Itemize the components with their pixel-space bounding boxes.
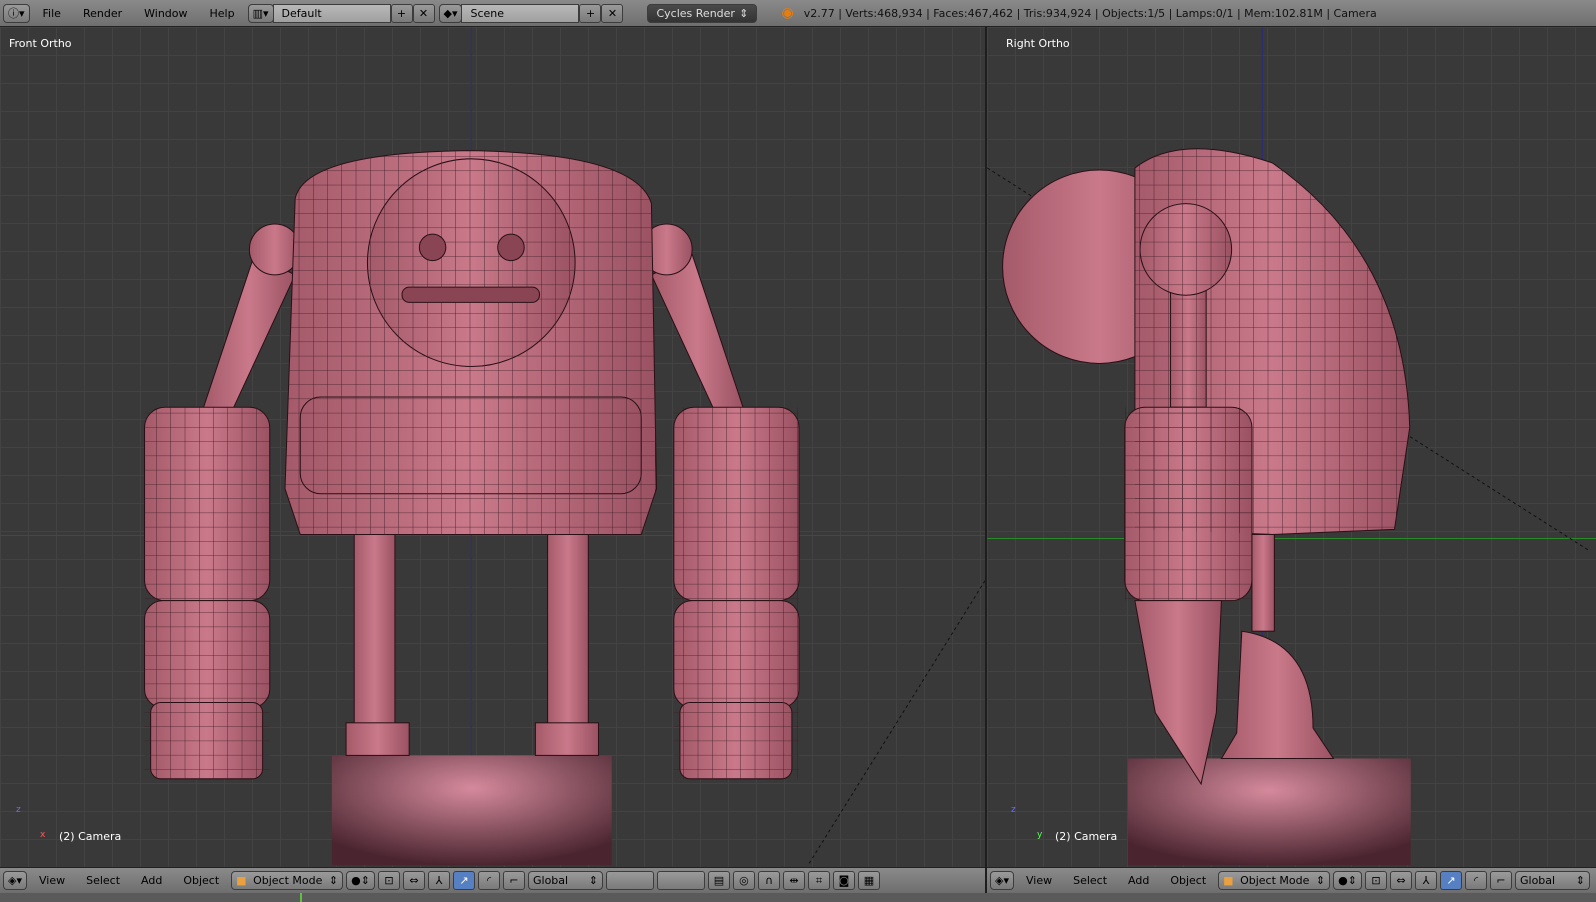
- mode-select[interactable]: ■ Object Mode ⇕: [231, 871, 344, 890]
- current-frame-marker[interactable]: [300, 893, 302, 902]
- updown-icon: ⇕: [328, 874, 339, 887]
- shading-select[interactable]: ●⇕: [346, 871, 375, 890]
- shading-select[interactable]: ●⇕: [1333, 871, 1362, 890]
- magnet-icon: ∩: [764, 874, 774, 887]
- pivot-icon: ⊡: [1371, 874, 1381, 887]
- rotate-icon: ◜: [486, 874, 492, 887]
- translate-button[interactable]: ⅄: [427, 871, 450, 890]
- snap-target-button[interactable]: ⌗: [807, 871, 830, 890]
- updown-icon: ⇕: [588, 874, 598, 887]
- updown-icon: ⇕: [1575, 874, 1585, 887]
- mode-label: Object Mode: [253, 874, 323, 887]
- menu-view[interactable]: View: [30, 874, 74, 887]
- view3d-header-left: ◈▾ View Select Add Object ■ Object Mode ⇕ …: [0, 867, 985, 893]
- layers-grid-2[interactable]: [656, 871, 705, 890]
- axes-icon: ⅄: [1422, 874, 1430, 887]
- rotate-icon: ◜: [1473, 874, 1479, 887]
- manipulator-toggle[interactable]: ⇔: [1389, 871, 1412, 890]
- move-button[interactable]: ↗: [452, 871, 475, 890]
- scale-icon: ⌐: [509, 874, 519, 887]
- updown-icon: ⇕: [1315, 874, 1326, 887]
- robot-front: [144, 150, 800, 866]
- circle-icon: ◎: [739, 874, 749, 887]
- viewport-divider[interactable]: [985, 27, 987, 893]
- robot-side: [1002, 148, 1411, 866]
- snap-element-select[interactable]: ⇹: [782, 871, 805, 890]
- pivot-button[interactable]: ⊡: [377, 871, 400, 890]
- timeline-strip[interactable]: [0, 893, 1596, 902]
- snap-icon: ⇹: [789, 874, 799, 887]
- pivot-icon: ⊡: [384, 874, 394, 887]
- orientation-label: Global: [1519, 874, 1556, 887]
- editor-type-button[interactable]: ◈▾: [990, 871, 1014, 890]
- render-opengl-button[interactable]: ◙: [832, 871, 855, 890]
- scale-button[interactable]: ⌐: [1489, 871, 1512, 890]
- move-button[interactable]: ↗: [1439, 871, 1462, 890]
- scene-render: [0, 27, 1596, 866]
- grid-icon: ⌗: [815, 873, 823, 887]
- layers-icon: ▤: [713, 874, 725, 887]
- menu-add[interactable]: Add: [132, 874, 171, 887]
- editor-type-button[interactable]: ◈▾: [3, 871, 27, 890]
- rotate-button[interactable]: ◜: [477, 871, 500, 890]
- pivot-button[interactable]: ⊡: [1364, 871, 1387, 890]
- manipulator-icon: ⇔: [409, 874, 419, 887]
- clapper-icon: ▦: [863, 874, 875, 887]
- scale-icon: ⌐: [1496, 874, 1506, 887]
- camera-icon: ◙: [838, 874, 850, 887]
- mode-label: Object Mode: [1240, 874, 1310, 887]
- axes-icon: ⅄: [435, 874, 443, 887]
- view3d-icon: ◈▾: [8, 874, 22, 887]
- snap-toggle[interactable]: ∩: [757, 871, 780, 890]
- orientation-label: Global: [532, 874, 569, 887]
- menu-object[interactable]: Object: [174, 874, 228, 887]
- cube-icon: ■: [1223, 874, 1234, 887]
- menu-select[interactable]: Select: [77, 874, 129, 887]
- mode-select[interactable]: ■ Object Mode ⇕: [1218, 871, 1331, 890]
- scale-button[interactable]: ⌐: [502, 871, 525, 890]
- render-animation-button[interactable]: ▦: [857, 871, 880, 890]
- lock-layers-button[interactable]: ▤: [707, 871, 730, 890]
- menu-select[interactable]: Select: [1064, 874, 1116, 887]
- manipulator-icon: ⇔: [1396, 874, 1406, 887]
- menu-object[interactable]: Object: [1161, 874, 1215, 887]
- arrow-icon: ↗: [459, 874, 469, 887]
- cube-icon: ■: [236, 874, 247, 887]
- proportional-edit-button[interactable]: ◎: [732, 871, 755, 890]
- manipulator-toggle[interactable]: ⇔: [402, 871, 425, 890]
- menu-view[interactable]: View: [1017, 874, 1061, 887]
- menu-add[interactable]: Add: [1119, 874, 1158, 887]
- orientation-select[interactable]: Global ⇕: [1514, 871, 1590, 890]
- orientation-select[interactable]: Global ⇕: [527, 871, 603, 890]
- pedestal: [1127, 758, 1411, 866]
- translate-button[interactable]: ⅄: [1414, 871, 1437, 890]
- solid-sphere-icon: ●⇕: [351, 874, 370, 887]
- arrow-icon: ↗: [1446, 874, 1456, 887]
- solid-sphere-icon: ●⇕: [1338, 874, 1357, 887]
- layers-grid-1[interactable]: [605, 871, 654, 890]
- rotate-button[interactable]: ◜: [1464, 871, 1487, 890]
- view3d-header-right: ◈▾ View Select Add Object ■ Object Mode ⇕ …: [987, 867, 1596, 893]
- view3d-icon: ◈▾: [995, 874, 1009, 887]
- pedestal: [331, 755, 612, 866]
